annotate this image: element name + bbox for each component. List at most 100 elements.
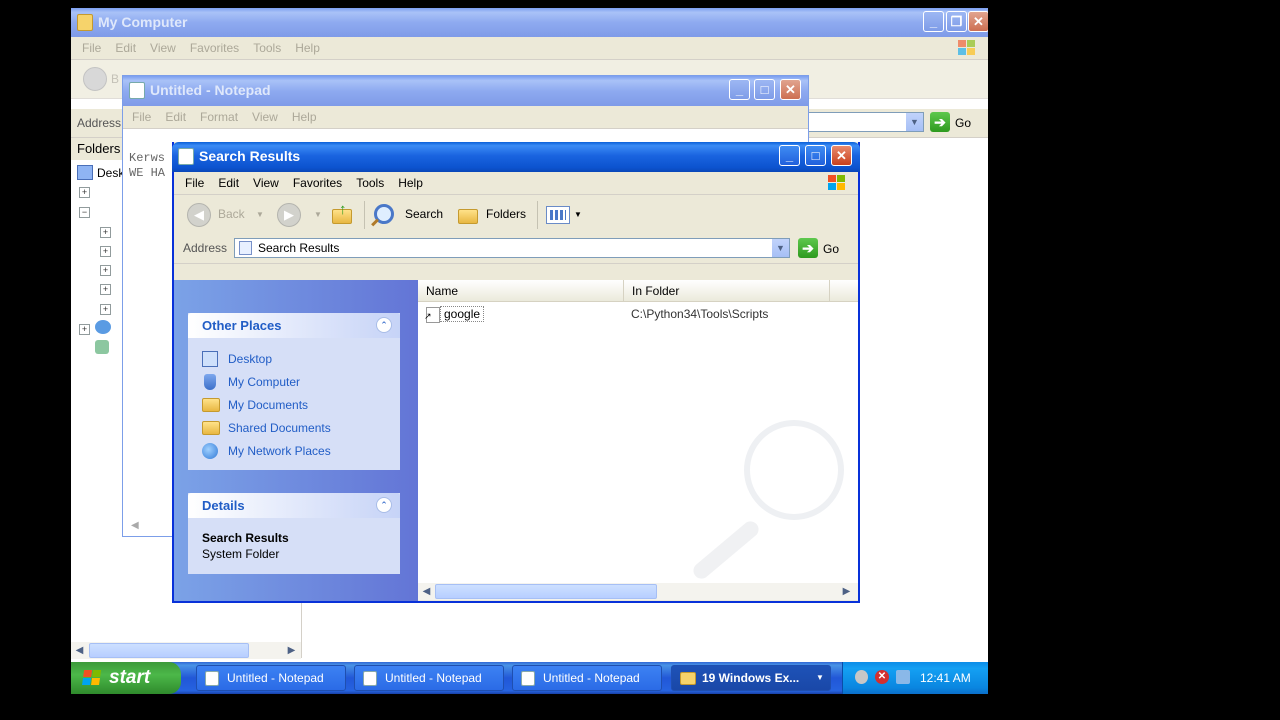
result-name[interactable]: google bbox=[440, 306, 485, 322]
menu-favorites[interactable]: Favorites bbox=[183, 37, 246, 59]
taskbar-item-notepad[interactable]: Untitled - Notepad bbox=[512, 665, 662, 691]
search-results-window[interactable]: Search Results _ □ ✕ File Edit View Favorit… bbox=[172, 142, 860, 603]
notepad-icon bbox=[521, 671, 535, 686]
go-label[interactable]: Go bbox=[955, 111, 971, 135]
menu-edit[interactable]: Edit bbox=[108, 37, 143, 59]
address-dropdown-icon[interactable]: ▼ bbox=[905, 113, 923, 131]
result-row[interactable]: ↗ google C:\Python34\Tools\Scripts bbox=[418, 306, 858, 324]
system-tray: ✕ 12:41 AM bbox=[842, 662, 988, 694]
tree-expand-icon[interactable]: + bbox=[79, 187, 90, 198]
restore-button[interactable]: ❐ bbox=[946, 11, 967, 32]
tree-expand-icon[interactable]: + bbox=[100, 284, 111, 295]
back-button-label[interactable]: Back bbox=[218, 202, 245, 226]
my-computer-titlebar[interactable]: My Computer _ ❐ ✕ bbox=[71, 8, 988, 37]
menu-tools[interactable]: Tools bbox=[246, 37, 288, 59]
search-button-label[interactable]: Search bbox=[405, 202, 443, 226]
scroll-left-icon[interactable]: ◀ bbox=[71, 642, 88, 659]
windows-logo-icon bbox=[828, 175, 846, 191]
tree-expand-icon[interactable]: + bbox=[100, 227, 111, 238]
desktop-icon bbox=[202, 351, 218, 367]
go-arrow-icon[interactable]: ➔ bbox=[930, 112, 950, 132]
address-input[interactable]: Search Results ▼ bbox=[234, 238, 790, 258]
group-dropdown-icon[interactable]: ▼ bbox=[816, 666, 824, 690]
go-label[interactable]: Go bbox=[823, 237, 839, 261]
tray-network-icon[interactable] bbox=[896, 670, 910, 684]
close-button[interactable]: ✕ bbox=[968, 11, 988, 32]
maximize-button[interactable]: □ bbox=[754, 79, 775, 100]
menu-help[interactable]: Help bbox=[288, 37, 327, 59]
menu-edit[interactable]: Edit bbox=[158, 106, 193, 128]
tray-clock[interactable]: 12:41 AM bbox=[920, 671, 971, 685]
menu-file[interactable]: File bbox=[125, 106, 158, 128]
scroll-left-icon[interactable]: ◀ bbox=[418, 583, 435, 600]
minimize-button[interactable]: _ bbox=[779, 145, 800, 166]
taskbar-item-label: Untitled - Notepad bbox=[227, 671, 324, 685]
go-arrow-icon[interactable]: ➔ bbox=[798, 238, 818, 258]
menu-help[interactable]: Help bbox=[285, 106, 324, 128]
column-header-name[interactable]: Name bbox=[418, 280, 624, 302]
forward-arrow-icon[interactable]: ▶ bbox=[277, 203, 301, 227]
column-header-in-folder[interactable]: In Folder bbox=[624, 280, 830, 302]
network-tree-icon bbox=[95, 320, 111, 334]
other-places-header[interactable]: Other Places bbox=[188, 313, 400, 338]
views-icon[interactable] bbox=[546, 206, 570, 224]
tree-expand-icon[interactable]: + bbox=[100, 246, 111, 257]
taskbar-item-notepad[interactable]: Untitled - Notepad bbox=[354, 665, 504, 691]
back-arrow-icon[interactable]: ◀ bbox=[187, 203, 211, 227]
address-dropdown-icon[interactable]: ▼ bbox=[771, 239, 789, 257]
tray-security-alert-icon[interactable]: ✕ bbox=[875, 670, 889, 684]
menu-view[interactable]: View bbox=[245, 106, 285, 128]
tray-sound-icon[interactable] bbox=[855, 670, 868, 684]
search-titlebar[interactable]: Search Results _ □ ✕ bbox=[172, 142, 860, 172]
tree-expand-icon[interactable]: + bbox=[79, 324, 90, 335]
scroll-thumb[interactable] bbox=[89, 643, 249, 658]
search-results-address-icon bbox=[239, 241, 252, 255]
views-grid bbox=[550, 210, 566, 220]
menu-favorites[interactable]: Favorites bbox=[286, 172, 349, 194]
forward-dropdown-icon[interactable]: ▼ bbox=[314, 210, 322, 219]
tree-expand-icon[interactable]: + bbox=[100, 265, 111, 276]
address-input[interactable]: ▼ bbox=[806, 112, 924, 132]
tree-desktop-label[interactable]: Desk bbox=[97, 166, 124, 180]
menu-file[interactable]: File bbox=[75, 37, 108, 59]
details-type: System Folder bbox=[202, 547, 280, 561]
maximize-button[interactable]: □ bbox=[805, 145, 826, 166]
menu-file[interactable]: File bbox=[178, 172, 211, 194]
scroll-thumb[interactable] bbox=[435, 584, 657, 599]
notepad-hscroll-left[interactable]: ◀ bbox=[131, 520, 139, 531]
menu-edit[interactable]: Edit bbox=[211, 172, 246, 194]
folders-scrollbar[interactable]: ◀ ▶ bbox=[71, 642, 301, 659]
up-folder-icon[interactable]: ↑ bbox=[332, 201, 354, 225]
menu-view[interactable]: View bbox=[246, 172, 286, 194]
tree-expand-icon[interactable]: + bbox=[100, 304, 111, 315]
taskbar-item-explorer-group[interactable]: 19 Windows Ex... ▼ bbox=[671, 665, 831, 691]
menu-tools[interactable]: Tools bbox=[349, 172, 391, 194]
collapse-chevron-icon[interactable]: ⌃ bbox=[376, 317, 392, 333]
back-dropdown-icon[interactable]: ▼ bbox=[256, 210, 264, 219]
notepad-titlebar[interactable]: Untitled - Notepad _ □ ✕ bbox=[123, 76, 808, 106]
taskbar: start Untitled - Notepad Untitled - Note… bbox=[71, 662, 988, 694]
back-arrow-icon[interactable] bbox=[83, 67, 107, 91]
minimize-button[interactable]: _ bbox=[923, 11, 944, 32]
tree-collapse-icon[interactable]: − bbox=[79, 207, 90, 218]
details-header[interactable]: Details bbox=[188, 493, 400, 518]
results-hscrollbar[interactable]: ◀ ▶ bbox=[418, 583, 858, 600]
close-button[interactable]: ✕ bbox=[831, 145, 852, 166]
menu-help[interactable]: Help bbox=[391, 172, 430, 194]
scroll-right-icon[interactable]: ▶ bbox=[838, 583, 855, 600]
folders-button-label[interactable]: Folders bbox=[486, 202, 526, 226]
menu-view[interactable]: View bbox=[143, 37, 183, 59]
close-button[interactable]: ✕ bbox=[780, 79, 801, 100]
toolbar-separator bbox=[364, 201, 365, 229]
minimize-button[interactable]: _ bbox=[729, 79, 750, 100]
taskbar-item-notepad[interactable]: Untitled - Notepad bbox=[196, 665, 346, 691]
start-label: start bbox=[109, 667, 151, 688]
computer-icon bbox=[204, 374, 216, 390]
folders-icon[interactable] bbox=[458, 209, 478, 224]
collapse-chevron-icon[interactable]: ⌃ bbox=[376, 497, 392, 513]
menu-format[interactable]: Format bbox=[193, 106, 245, 128]
views-dropdown-icon[interactable]: ▼ bbox=[574, 210, 582, 219]
place-my-computer-label: My Computer bbox=[228, 375, 301, 389]
scroll-right-icon[interactable]: ▶ bbox=[283, 642, 300, 659]
start-button[interactable]: start bbox=[71, 662, 181, 694]
